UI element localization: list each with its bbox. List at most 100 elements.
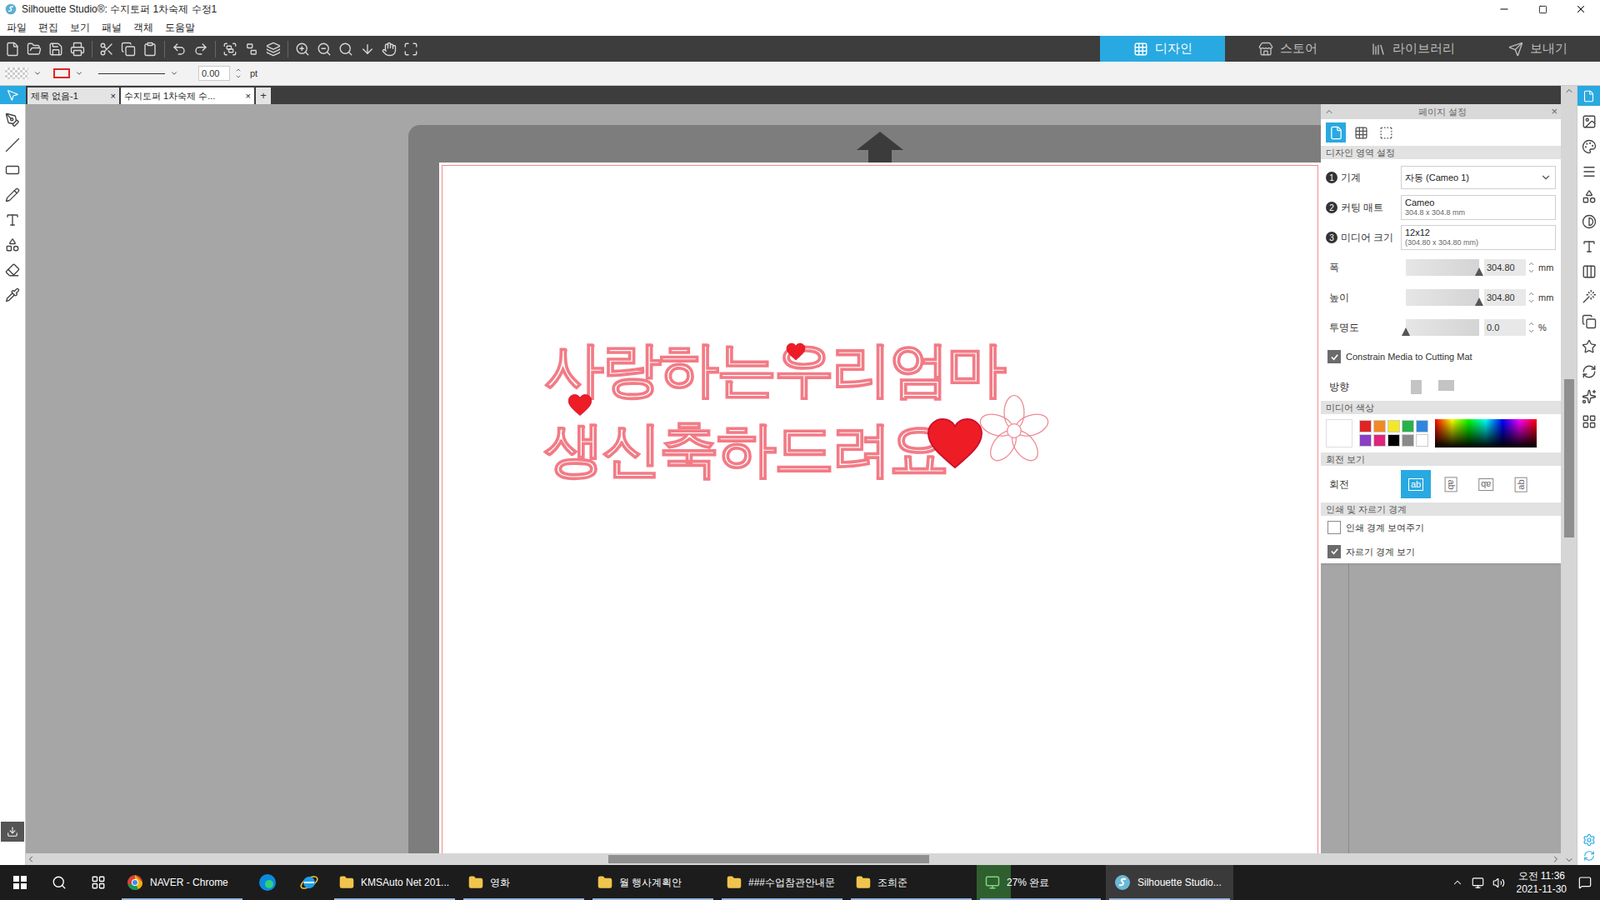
import-icon[interactable] xyxy=(6,825,19,838)
tray-expand-icon[interactable] xyxy=(1451,876,1464,889)
line-style[interactable] xyxy=(98,73,165,75)
document-tab[interactable]: 제목 없음-1× xyxy=(27,87,120,105)
color-swatch[interactable] xyxy=(1359,434,1372,447)
notifications-icon[interactable] xyxy=(1578,875,1592,890)
transform-icon[interactable] xyxy=(1581,289,1597,305)
canvas[interactable]: 사랑하는우리엄마생신축하드려요 xyxy=(25,104,1321,854)
slider-value[interactable]: 304.80 xyxy=(1484,289,1526,306)
select-tool[interactable] xyxy=(0,85,26,105)
fill-pattern-icon[interactable] xyxy=(1581,189,1597,205)
move-down-icon[interactable] xyxy=(360,41,375,57)
rotation-option[interactable]: ab xyxy=(1435,470,1466,499)
color-swatch[interactable] xyxy=(1401,420,1415,433)
fill-icon[interactable] xyxy=(5,237,20,253)
mode-tab[interactable]: 라이브러리 xyxy=(1350,35,1475,62)
pointer-icon[interactable] xyxy=(5,88,20,102)
tab-close-button[interactable]: × xyxy=(245,89,251,104)
bezier-icon[interactable] xyxy=(5,112,20,128)
slider-value[interactable]: 0.0 xyxy=(1484,319,1526,336)
pixscan-icon[interactable] xyxy=(1581,114,1597,130)
landscape-icon[interactable] xyxy=(1438,380,1455,391)
vertical-scroll-thumb[interactable] xyxy=(1564,379,1575,538)
align-icon[interactable] xyxy=(1581,264,1597,280)
slider-track[interactable] xyxy=(1405,319,1480,336)
eraser-icon[interactable] xyxy=(5,262,20,278)
small-heart-icon[interactable] xyxy=(785,341,806,362)
copy-icon[interactable] xyxy=(120,41,136,57)
dropdown-arrow-icon[interactable] xyxy=(1540,171,1552,184)
color-swatch[interactable] xyxy=(1415,420,1429,433)
border-option[interactable]: 자르기 경계 보기 xyxy=(1327,545,1555,560)
slider-handle[interactable] xyxy=(1475,297,1484,306)
taskbar-app[interactable] xyxy=(289,865,330,900)
line-width-down-icon[interactable] xyxy=(235,73,242,80)
minimize-icon[interactable] xyxy=(1498,3,1510,15)
knife-icon[interactable] xyxy=(5,287,20,303)
cut-icon[interactable] xyxy=(99,41,115,57)
rotation-option[interactable]: ab xyxy=(1505,470,1536,499)
color-swatch[interactable] xyxy=(1401,434,1415,447)
line-style-dropdown-icon[interactable] xyxy=(170,69,179,78)
settings-icon[interactable] xyxy=(1582,833,1596,847)
taskbar-app[interactable]: 조희준 xyxy=(847,865,975,900)
decrement-icon[interactable] xyxy=(1527,267,1535,275)
view-tab[interactable] xyxy=(1325,122,1346,143)
page-settings-icon[interactable] xyxy=(1329,125,1344,140)
replicate-icon[interactable] xyxy=(1581,314,1597,330)
rotation-option[interactable]: ab xyxy=(1470,470,1501,499)
search-button[interactable] xyxy=(40,865,79,900)
gradient-icon[interactable] xyxy=(1581,214,1597,230)
sync-icon[interactable] xyxy=(1583,850,1595,862)
increment-icon[interactable] xyxy=(1527,320,1535,328)
menu-item[interactable]: 파일 xyxy=(6,20,27,35)
volume-icon[interactable] xyxy=(1492,876,1505,890)
compound-icon[interactable] xyxy=(265,41,281,57)
tab-close-button[interactable]: × xyxy=(110,89,116,104)
constrain-row[interactable]: Constrain Media to Cutting Mat xyxy=(1325,344,1556,370)
scroll-up-icon[interactable] xyxy=(1564,85,1575,96)
portrait-icon[interactable] xyxy=(1410,380,1422,395)
zoom-in-icon[interactable] xyxy=(295,41,310,57)
fill-dropdown-icon[interactable] xyxy=(33,69,42,78)
heart-icon[interactable] xyxy=(567,392,593,418)
ungroup-icon[interactable] xyxy=(244,41,260,57)
menu-item[interactable]: 보기 xyxy=(70,20,90,35)
current-color-swatch[interactable] xyxy=(1325,419,1353,448)
trace-icon[interactable] xyxy=(1581,389,1597,405)
line-style-icon[interactable] xyxy=(1581,164,1597,180)
line-color-dropdown-icon[interactable] xyxy=(75,69,84,78)
text-style-icon[interactable] xyxy=(1581,239,1597,255)
scroll-left-icon[interactable] xyxy=(25,854,36,865)
decrement-icon[interactable] xyxy=(1527,327,1535,335)
network-icon[interactable] xyxy=(1471,876,1485,890)
border-option[interactable]: 인쇄 경계 보여주기 xyxy=(1327,520,1555,535)
scroll-down-icon[interactable] xyxy=(1564,855,1575,865)
line-width-field[interactable]: 0.00 xyxy=(198,65,230,81)
sketch-icon[interactable] xyxy=(1581,414,1597,430)
slider-track[interactable] xyxy=(1405,289,1480,306)
color-swatch[interactable] xyxy=(1373,420,1386,433)
task-view-button[interactable] xyxy=(78,865,119,900)
start-button[interactable] xyxy=(0,865,40,900)
slider-value[interactable]: 304.80 xyxy=(1484,259,1526,276)
rotation-option[interactable]: ab xyxy=(1400,470,1431,499)
mode-tab[interactable]: 보내기 xyxy=(1475,35,1600,62)
value-field[interactable]: 12x12(304.80 x 304.80 mm) xyxy=(1400,225,1556,250)
taskbar-app[interactable]: 27% 완료 xyxy=(976,865,1105,900)
close-icon[interactable] xyxy=(1575,3,1587,15)
paste-icon[interactable] xyxy=(142,41,158,57)
send-icon[interactable] xyxy=(1508,41,1524,57)
save-icon[interactable] xyxy=(48,41,64,57)
print-icon[interactable] xyxy=(70,41,85,57)
machine-dropdown[interactable]: 자동 (Cameo 1) xyxy=(1400,165,1556,190)
page-panel-button[interactable] xyxy=(1577,85,1600,106)
import-button[interactable] xyxy=(0,821,25,842)
undo-icon[interactable] xyxy=(171,41,187,57)
view-tab[interactable] xyxy=(1350,122,1371,143)
increment-icon[interactable] xyxy=(1527,290,1535,298)
modify-icon[interactable] xyxy=(1581,339,1597,355)
redo-icon[interactable] xyxy=(193,41,209,57)
taskbar-app[interactable]: NAVER - Chrome xyxy=(118,865,246,900)
open-icon[interactable] xyxy=(26,41,42,57)
scroll-thumb[interactable] xyxy=(608,855,930,864)
